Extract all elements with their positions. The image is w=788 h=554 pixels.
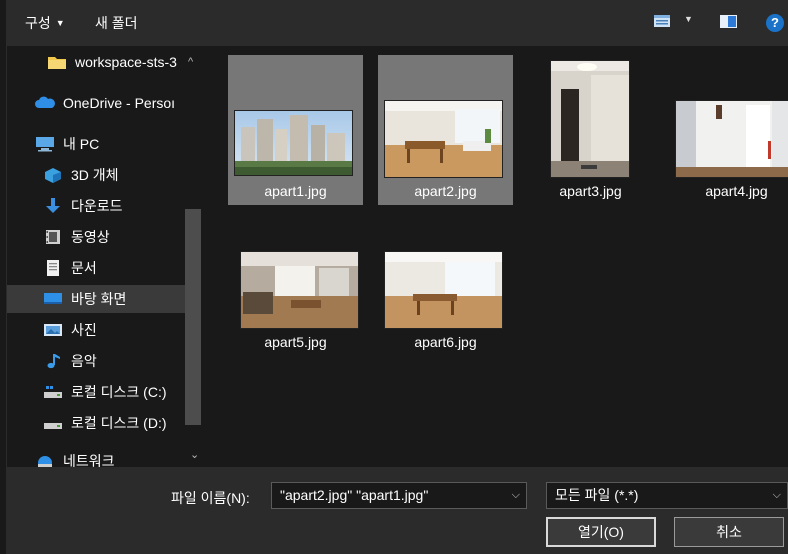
navigation-pane: workspace-sts-3 ^ OneDrive - Persoı 내 PC… bbox=[7, 46, 207, 467]
preview-pane-icon[interactable] bbox=[720, 15, 737, 28]
nav-item-downloads[interactable]: 다운로드 bbox=[7, 192, 185, 220]
chevron-down-icon: ▼ bbox=[55, 18, 65, 28]
nav-item-label: 3D 개체 bbox=[71, 167, 119, 183]
file-item-apart2[interactable]: apart2.jpg bbox=[378, 55, 513, 205]
drive-icon bbox=[44, 423, 62, 429]
nav-item-this-pc[interactable]: 내 PC bbox=[7, 130, 185, 158]
nav-item-label: 사진 bbox=[71, 322, 97, 338]
nav-item-network[interactable]: 네트워크 bbox=[7, 447, 185, 467]
open-button[interactable]: 열기(O) bbox=[546, 517, 656, 547]
file-name: apart1.jpg bbox=[264, 183, 327, 199]
living-room-thumbnail bbox=[384, 100, 503, 178]
nav-item-label: 음악 bbox=[71, 353, 97, 369]
chevron-down-icon[interactable]: ▼ bbox=[684, 14, 693, 24]
white-room-thumbnail bbox=[675, 100, 788, 178]
file-name: apart6.jpg bbox=[414, 334, 477, 350]
file-item-apart3[interactable]: apart3.jpg bbox=[523, 55, 658, 205]
organize-menu-button[interactable]: 구성 ▼ bbox=[25, 13, 65, 33]
file-name: apart5.jpg bbox=[264, 334, 327, 350]
cloud-icon bbox=[35, 96, 55, 108]
help-icon[interactable]: ? bbox=[766, 14, 784, 32]
file-list: apart1.jpg apart2.jpg apart3.jpg apart4.… bbox=[217, 46, 788, 467]
nav-scrollbar-thumb[interactable] bbox=[185, 209, 201, 425]
file-item-apart5[interactable]: apart5.jpg bbox=[228, 206, 363, 356]
chevron-down-icon[interactable]: ⌵ bbox=[512, 483, 520, 508]
nav-item-label: workspace-sts-3 bbox=[75, 54, 177, 70]
nav-item-documents[interactable]: 문서 bbox=[7, 254, 185, 282]
dining-area-thumbnail bbox=[384, 251, 503, 329]
nav-item-label: 동영상 bbox=[71, 229, 110, 245]
network-icon bbox=[38, 456, 52, 467]
folder-icon bbox=[48, 57, 66, 69]
living-room-panorama-thumbnail bbox=[240, 251, 359, 329]
file-type-select[interactable]: 모든 파일 (*.*) ⌵ bbox=[546, 482, 788, 509]
file-name-label: 파일 이름(N): bbox=[171, 490, 250, 506]
desktop-icon bbox=[44, 293, 62, 304]
nav-item-local-disk-c[interactable]: 로컬 디스크 (C:) bbox=[7, 378, 185, 406]
download-arrow-icon bbox=[46, 198, 60, 213]
nav-item-label: 로컬 디스크 (D:) bbox=[71, 415, 167, 431]
nav-item-label: 내 PC bbox=[63, 136, 100, 152]
nav-item-label: 문서 bbox=[71, 260, 97, 276]
nav-item-local-disk-d[interactable]: 로컬 디스크 (D:) bbox=[7, 409, 185, 437]
nav-item-pictures[interactable]: 사진 bbox=[7, 316, 185, 344]
nav-item-workspace[interactable]: workspace-sts-3 bbox=[7, 48, 187, 76]
music-note-icon bbox=[47, 354, 60, 369]
file-type-value: 모든 파일 (*.*) bbox=[555, 487, 639, 503]
file-name-input[interactable]: "apart2.jpg" "apart1.jpg" ⌵ bbox=[271, 482, 527, 509]
file-name: apart3.jpg bbox=[559, 183, 622, 199]
picture-icon bbox=[44, 324, 62, 336]
file-item-apart4[interactable]: apart4.jpg bbox=[669, 55, 788, 205]
computer-icon bbox=[36, 137, 54, 152]
nav-item-label: 바탕 화면 bbox=[71, 291, 127, 307]
nav-item-desktop[interactable]: 바탕 화면 bbox=[7, 285, 185, 313]
film-icon bbox=[46, 230, 60, 244]
file-name: apart4.jpg bbox=[705, 183, 768, 199]
nav-item-label: OneDrive - Persoı bbox=[63, 95, 176, 111]
file-open-dialog: 구성 ▼ 새 폴더 ▼ ? workspace-sts-3 ^ OneDrive … bbox=[6, 0, 788, 554]
chevron-down-icon[interactable]: ⌄ bbox=[190, 448, 199, 461]
file-item-apart6[interactable]: apart6.jpg bbox=[378, 206, 513, 356]
view-mode-icon[interactable] bbox=[654, 15, 670, 27]
nav-item-label: 로컬 디스크 (C:) bbox=[71, 384, 167, 400]
cube-icon bbox=[45, 168, 61, 183]
file-item-apart1[interactable]: apart1.jpg bbox=[228, 55, 363, 205]
organize-label: 구성 bbox=[25, 15, 51, 31]
file-name-value: "apart2.jpg" "apart1.jpg" bbox=[280, 487, 429, 503]
drive-icon bbox=[44, 386, 62, 398]
hallway-door-thumbnail bbox=[550, 60, 630, 178]
cancel-button[interactable]: 취소 bbox=[674, 517, 784, 547]
nav-item-onedrive[interactable]: OneDrive - Persoı bbox=[7, 89, 185, 117]
nav-item-label: 다운로드 bbox=[71, 198, 123, 214]
scroll-up-arrow-icon[interactable]: ^ bbox=[188, 56, 193, 68]
nav-item-music[interactable]: 음악 bbox=[7, 347, 185, 375]
nav-item-3d-objects[interactable]: 3D 개체 bbox=[7, 161, 185, 189]
dialog-footer: 파일 이름(N): "apart2.jpg" "apart1.jpg" ⌵ 모든… bbox=[7, 467, 788, 554]
chevron-down-icon[interactable]: ⌵ bbox=[773, 483, 781, 508]
toolbar: 구성 ▼ 새 폴더 ▼ ? bbox=[7, 0, 788, 46]
file-name: apart2.jpg bbox=[414, 183, 477, 199]
document-icon bbox=[47, 260, 59, 276]
apartment-exterior-thumbnail bbox=[234, 110, 353, 176]
new-folder-button[interactable]: 새 폴더 bbox=[95, 13, 138, 33]
nav-item-videos[interactable]: 동영상 bbox=[7, 223, 185, 251]
nav-item-label: 네트워크 bbox=[63, 453, 115, 467]
